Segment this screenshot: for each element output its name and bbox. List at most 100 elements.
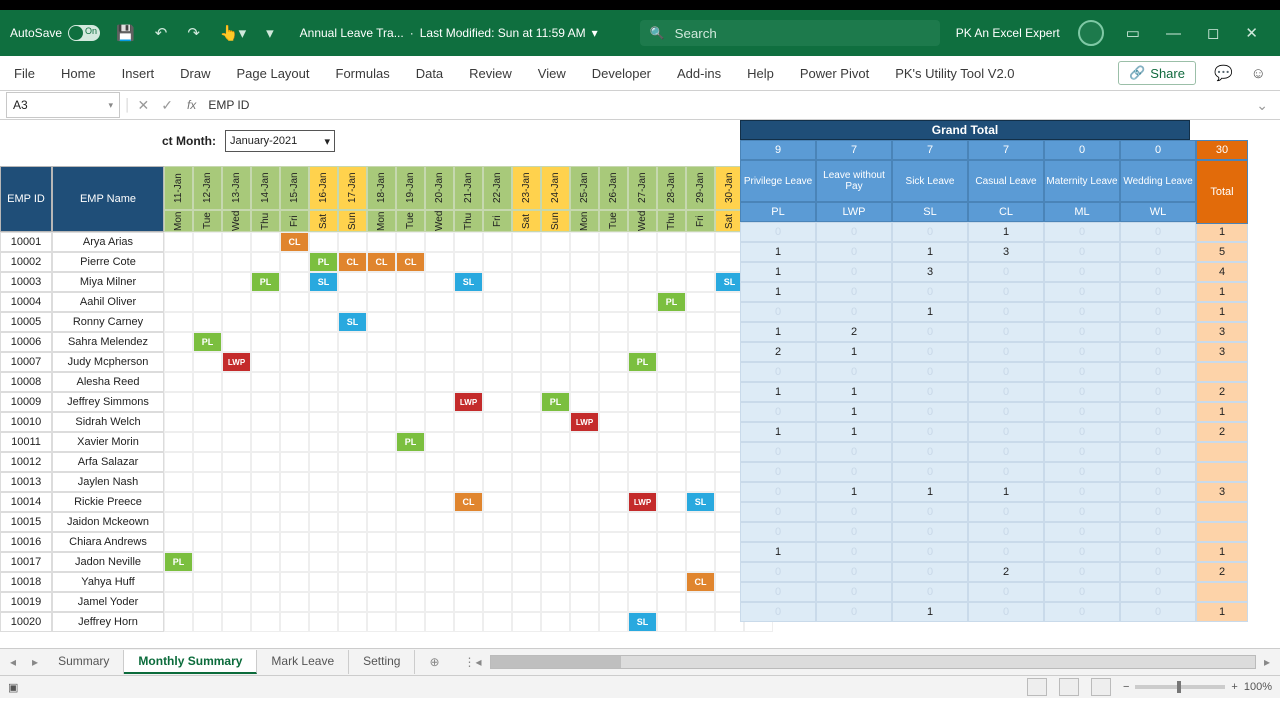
calendar-cell[interactable] — [367, 372, 396, 392]
calendar-cell[interactable] — [425, 312, 454, 332]
total-cell[interactable]: 0 — [740, 562, 816, 582]
calendar-cell[interactable] — [599, 472, 628, 492]
expand-formula-icon[interactable]: ⌄ — [1250, 97, 1274, 114]
calendar-cell[interactable] — [657, 572, 686, 592]
calendar-cell[interactable] — [338, 272, 367, 292]
ribbon-tab-review[interactable]: Review — [469, 66, 512, 81]
calendar-cell[interactable] — [570, 532, 599, 552]
date-header[interactable]: 29-Jan — [686, 166, 715, 210]
calendar-cell[interactable]: CL — [396, 252, 425, 272]
calendar-cell[interactable] — [425, 592, 454, 612]
redo-icon[interactable]: ↷ — [183, 24, 204, 42]
calendar-cell[interactable] — [425, 452, 454, 472]
calendar-cell[interactable] — [164, 512, 193, 532]
calendar-cell[interactable] — [483, 492, 512, 512]
window-mode-icon[interactable]: ▭ — [1122, 24, 1144, 42]
code-header[interactable]: ML — [1044, 202, 1120, 222]
calendar-cell[interactable] — [483, 452, 512, 472]
total-cell[interactable]: 0 — [1044, 462, 1120, 482]
total-cell[interactable]: 0 — [1044, 302, 1120, 322]
calendar-cell[interactable] — [338, 292, 367, 312]
calendar-cell[interactable] — [599, 552, 628, 572]
calendar-cell[interactable] — [164, 592, 193, 612]
calendar-cell[interactable] — [280, 512, 309, 532]
calendar-cell[interactable]: CL — [454, 492, 483, 512]
emp-id-cell[interactable]: 10006 — [0, 332, 52, 352]
ribbon-tab-data[interactable]: Data — [416, 66, 443, 81]
calendar-cell[interactable] — [483, 312, 512, 332]
calendar-cell[interactable]: LWP — [628, 492, 657, 512]
calendar-cell[interactable] — [599, 392, 628, 412]
calendar-cell[interactable] — [280, 312, 309, 332]
calendar-cell[interactable] — [628, 252, 657, 272]
calendar-cell[interactable] — [483, 392, 512, 412]
calendar-cell[interactable] — [657, 272, 686, 292]
total-cell[interactable]: 0 — [816, 462, 892, 482]
row-total-cell[interactable]: 1 — [1196, 302, 1248, 322]
total-cell[interactable]: 0 — [816, 542, 892, 562]
calendar-cell[interactable] — [541, 232, 570, 252]
total-cell[interactable]: 1 — [816, 482, 892, 502]
emp-id-cell[interactable]: 10008 — [0, 372, 52, 392]
smiley-icon[interactable]: ☺ — [1251, 65, 1266, 82]
calendar-cell[interactable] — [222, 232, 251, 252]
row-total-cell[interactable]: 2 — [1196, 562, 1248, 582]
row-total-cell[interactable] — [1196, 442, 1248, 462]
total-cell[interactable]: 0 — [1120, 522, 1196, 542]
calendar-cell[interactable] — [512, 392, 541, 412]
calendar-cell[interactable] — [483, 352, 512, 372]
calendar-cell[interactable] — [280, 292, 309, 312]
total-cell[interactable]: 0 — [968, 362, 1044, 382]
calendar-cell[interactable] — [483, 532, 512, 552]
calendar-cell[interactable] — [193, 532, 222, 552]
emp-id-cell[interactable]: 10004 — [0, 292, 52, 312]
total-cell[interactable]: 0 — [1044, 262, 1120, 282]
calendar-cell[interactable] — [193, 472, 222, 492]
calendar-cell[interactable] — [222, 272, 251, 292]
calendar-cell[interactable] — [686, 472, 715, 492]
total-cell[interactable]: 0 — [1120, 562, 1196, 582]
page-break-view-icon[interactable] — [1091, 678, 1111, 696]
calendar-cell[interactable] — [570, 272, 599, 292]
calendar-cell[interactable] — [454, 292, 483, 312]
calendar-cell[interactable] — [425, 252, 454, 272]
calendar-cell[interactable] — [338, 412, 367, 432]
calendar-cell[interactable] — [425, 392, 454, 412]
calendar-cell[interactable] — [425, 292, 454, 312]
calendar-cell[interactable] — [454, 432, 483, 452]
calendar-cell[interactable] — [222, 592, 251, 612]
calendar-cell[interactable] — [628, 312, 657, 332]
calendar-cell[interactable] — [454, 372, 483, 392]
calendar-cell[interactable] — [309, 592, 338, 612]
calendar-cell[interactable] — [628, 412, 657, 432]
emp-name-cell[interactable]: Judy Mcpherson — [52, 352, 164, 372]
calendar-cell[interactable] — [338, 612, 367, 632]
calendar-cell[interactable] — [686, 552, 715, 572]
total-cell[interactable]: 0 — [1120, 602, 1196, 622]
calendar-cell[interactable] — [193, 592, 222, 612]
calendar-cell[interactable] — [628, 272, 657, 292]
total-cell[interactable]: 0 — [1044, 602, 1120, 622]
calendar-cell[interactable] — [164, 572, 193, 592]
emp-id-cell[interactable]: 10007 — [0, 352, 52, 372]
calendar-cell[interactable] — [483, 572, 512, 592]
dow-header[interactable]: Thu — [657, 210, 686, 232]
emp-name-header[interactable]: EMP Name — [52, 166, 164, 232]
dow-header[interactable]: Wed — [425, 210, 454, 232]
calendar-cell[interactable] — [570, 592, 599, 612]
total-cell[interactable]: 0 — [968, 322, 1044, 342]
total-cell[interactable]: 0 — [1044, 222, 1120, 242]
calendar-cell[interactable] — [251, 312, 280, 332]
total-cell[interactable]: 0 — [892, 422, 968, 442]
calendar-cell[interactable] — [570, 252, 599, 272]
dow-header[interactable]: Thu — [251, 210, 280, 232]
total-cell[interactable]: 0 — [968, 522, 1044, 542]
calendar-cell[interactable] — [686, 332, 715, 352]
calendar-cell[interactable] — [628, 392, 657, 412]
calendar-cell[interactable]: PL — [193, 332, 222, 352]
total-cell[interactable]: 0 — [892, 522, 968, 542]
code-header[interactable]: PL — [740, 202, 816, 222]
calendar-cell[interactable] — [483, 372, 512, 392]
emp-id-cell[interactable]: 10002 — [0, 252, 52, 272]
category-sum[interactable]: 0 — [1120, 140, 1196, 160]
